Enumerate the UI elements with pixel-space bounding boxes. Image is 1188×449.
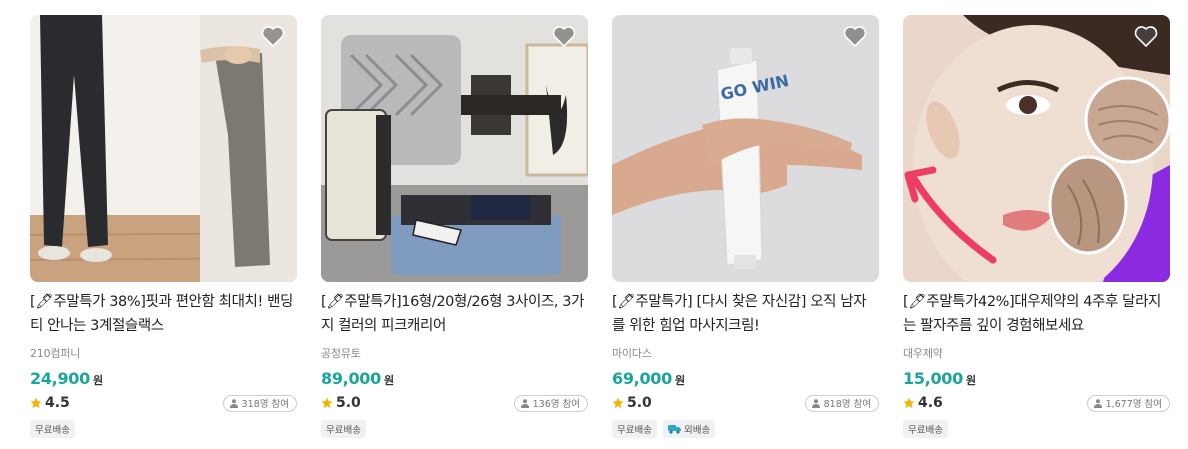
price-value: 24,900 (30, 369, 90, 388)
overseas-delivery-tag: 외배송 (662, 420, 716, 438)
truck-icon (667, 425, 681, 434)
face-wrinkle-photo (903, 15, 1170, 282)
rating-value: 5.0 (627, 395, 652, 411)
price-row: 24,900 원 (30, 369, 297, 389)
rating-row: 4.6 1,677명 참여 (903, 393, 1170, 413)
seller-name: 대우제약 (903, 347, 943, 360)
seller-name: 공정뮤토 (321, 347, 361, 360)
participants-count: 818명 참여 (823, 399, 871, 410)
free-shipping-tag: 무료배송 (321, 420, 366, 438)
overseas-delivery-label: 외배송 (683, 425, 711, 436)
product-card[interactable]: [🖊주말특가]16형/20형/26형 3사이즈, 3가지 컬러의 피크캐리어 공… (321, 15, 588, 438)
tag-list: 무료배송 (321, 420, 588, 438)
rating-value: 5.0 (336, 395, 361, 411)
slacks-photo (30, 15, 297, 282)
rating: 4.6 (903, 395, 943, 411)
tag-list: 무료배송 외배송 (612, 420, 879, 438)
product-image[interactable] (321, 15, 588, 282)
rating-value: 4.6 (918, 395, 943, 411)
heart-icon[interactable] (261, 25, 285, 47)
star-icon (321, 397, 333, 409)
price-value: 69,000 (612, 369, 672, 388)
currency-unit: 원 (674, 374, 686, 387)
participants-badge: 818명 참여 (804, 394, 879, 412)
price-value: 89,000 (321, 369, 381, 388)
currency-unit: 원 (383, 374, 395, 387)
heart-icon[interactable] (843, 25, 867, 47)
star-icon (612, 397, 624, 409)
rating-value: 4.5 (45, 395, 70, 411)
product-image[interactable] (30, 15, 297, 282)
star-icon (30, 397, 42, 409)
price-row: 69,000 원 (612, 369, 879, 389)
product-card[interactable]: GO WIN [🖊주말특가] [다시 찾은 자신감] 오직 남자를 위한 힘업 … (612, 15, 879, 438)
carrier-photo (321, 15, 588, 282)
price-row: 15,000 원 (903, 369, 1170, 389)
product-grid: [🖊주말특가 38%]핏과 편안함 최대치! 밴딩 티 안나는 3계절슬랙스 2… (30, 15, 1170, 438)
product-title[interactable]: [🖊주말특가] [다시 찾은 자신감] 오직 남자를 위한 힘업 마사지크림! (612, 290, 879, 338)
person-icon (811, 398, 820, 408)
product-card[interactable]: [🖊주말특가42%]대우제약의 4주후 달라지는 팔자주름 깊이 경험해보세요 … (903, 15, 1170, 438)
seller-name: 210컴퍼니 (30, 347, 81, 360)
currency-unit: 원 (965, 374, 977, 387)
price-row: 89,000 원 (321, 369, 588, 389)
rating: 5.0 (612, 395, 652, 411)
product-card[interactable]: [🖊주말특가 38%]핏과 편안함 최대치! 밴딩 티 안나는 3계절슬랙스 2… (30, 15, 297, 438)
heart-icon[interactable] (1134, 25, 1158, 47)
heart-icon[interactable] (552, 25, 576, 47)
tag-list: 무료배송 (903, 420, 1170, 438)
rating: 4.5 (30, 395, 70, 411)
free-shipping-tag: 무료배송 (903, 420, 948, 438)
currency-unit: 원 (92, 374, 104, 387)
product-image[interactable] (903, 15, 1170, 282)
free-shipping-tag: 무료배송 (30, 420, 75, 438)
cream-tube-photo: GO WIN (612, 15, 879, 282)
product-title[interactable]: [🖊주말특가]16형/20형/26형 3사이즈, 3가지 컬러의 피크캐리어 (321, 290, 588, 338)
person-icon (229, 398, 238, 408)
participants-count: 136명 참여 (532, 399, 580, 410)
participants-count: 318명 참여 (241, 399, 289, 410)
participants-badge: 136명 참여 (513, 394, 588, 412)
rating-row: 4.5 318명 참여 (30, 393, 297, 413)
rating: 5.0 (321, 395, 361, 411)
product-title[interactable]: [🖊주말특가 38%]핏과 편안함 최대치! 밴딩 티 안나는 3계절슬랙스 (30, 290, 297, 338)
tag-list: 무료배송 (30, 420, 297, 438)
participants-badge: 1,677명 참여 (1086, 394, 1170, 412)
rating-row: 5.0 818명 참여 (612, 393, 879, 413)
star-icon (903, 397, 915, 409)
price-value: 15,000 (903, 369, 963, 388)
participants-badge: 318명 참여 (222, 394, 297, 412)
seller-name: 마이다스 (612, 347, 652, 360)
participants-count: 1,677명 참여 (1105, 399, 1162, 410)
person-icon (1093, 398, 1102, 408)
product-image[interactable]: GO WIN (612, 15, 879, 282)
rating-row: 5.0 136명 참여 (321, 393, 588, 413)
product-title[interactable]: [🖊주말특가42%]대우제약의 4주후 달라지는 팔자주름 깊이 경험해보세요 (903, 290, 1170, 338)
person-icon (520, 398, 529, 408)
free-shipping-tag: 무료배송 (612, 420, 657, 438)
